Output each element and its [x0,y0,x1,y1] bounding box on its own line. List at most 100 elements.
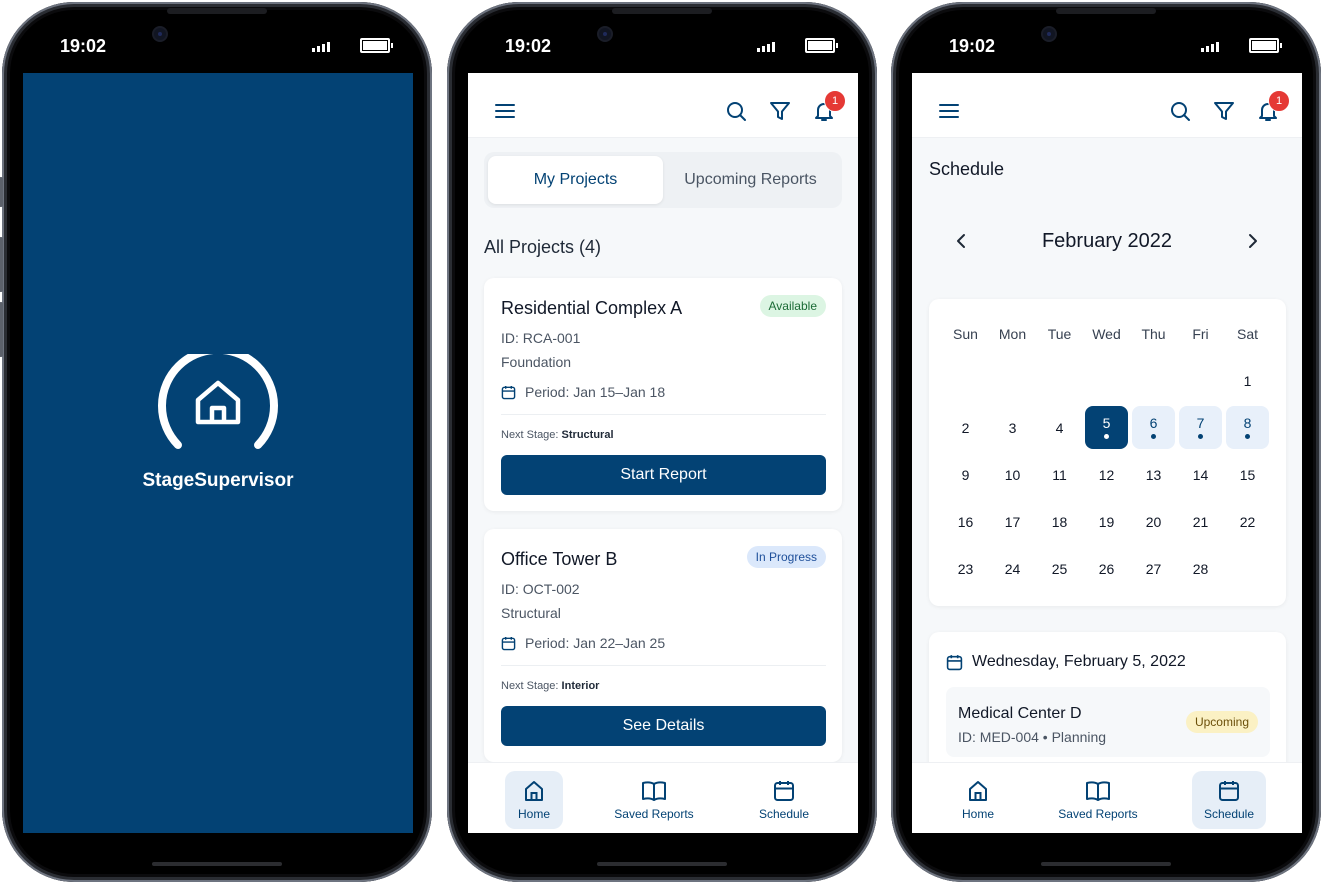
calendar-day[interactable]: 27 [1132,547,1175,590]
calendar-day[interactable]: 9 [944,453,987,496]
see-details-button[interactable]: See Details [501,706,826,746]
calendar-day[interactable]: 6 [1132,406,1175,449]
menu-icon[interactable] [494,100,516,122]
search-icon[interactable] [1169,100,1191,122]
calendar-day[interactable]: 11 [1038,453,1081,496]
search-icon[interactable] [725,100,747,122]
calendar-day[interactable]: 26 [1085,547,1128,590]
filter-icon[interactable] [769,100,791,122]
bottom-nav: Home Saved Reports Schedule [912,762,1302,833]
calendar-grid: Sun Mon Tue Wed Thu Fri Sat 1 2 3 4 5 6 7 8 9 10 11 12 13 1… [929,299,1286,606]
next-stage: Next Stage: Structural [501,429,614,441]
calendar-day[interactable]: 13 [1132,453,1175,496]
nav-saved-reports[interactable]: Saved Reports [608,771,700,829]
nav-home[interactable]: Home [505,771,563,829]
book-icon [642,781,666,801]
day-number: 21 [1192,513,1209,530]
calendar-day[interactable]: 23 [944,547,987,590]
calendar-day[interactable]: 3 [991,406,1034,449]
calendar-day[interactable]: 2 [944,406,987,449]
calendar-day[interactable]: 17 [991,500,1034,543]
month-label: February 2022 [1041,230,1173,252]
project-id: ID: RCA-001 [501,330,581,346]
menu-icon[interactable] [938,100,960,122]
day-number: 24 [1004,560,1021,577]
event-dot [1104,434,1109,439]
project-period: Period: Jan 22–Jan 25 [501,635,665,651]
calendar-day[interactable]: 4 [1038,406,1081,449]
nav-label: Saved Reports [1058,807,1138,821]
home-indicator [1041,862,1171,866]
calendar-icon [501,636,516,650]
weekday-label: Wed [1092,326,1121,342]
status-badge: Available [759,295,826,317]
signal-icon [757,40,775,52]
calendar-day[interactable]: 25 [1038,547,1081,590]
calendar-day[interactable]: 16 [944,500,987,543]
calendar-icon [774,781,794,801]
weekday-label: Sat [1236,326,1258,342]
home-icon [969,781,987,801]
calendar-day[interactable]: 24 [991,547,1034,590]
calendar-day[interactable]: 12 [1085,453,1128,496]
calendar-day[interactable]: 10 [991,453,1034,496]
bottom-nav: Home Saved Reports Schedule [468,762,858,833]
month-navigator: February 2022 [912,223,1302,259]
calendar-day[interactable]: 18 [1038,500,1081,543]
status-time: 19:02 [949,36,996,56]
project-period: Period: Jan 15–Jan 18 [501,384,665,400]
calendar-day[interactable]: 21 [1179,500,1222,543]
notification-badge: 1 [1268,90,1290,112]
day-number: 4 [1055,419,1064,436]
chevron-left-icon[interactable] [954,232,968,255]
chevron-right-icon[interactable] [1246,232,1260,255]
calendar-day[interactable]: 5 [1085,406,1128,449]
nav-saved-reports[interactable]: Saved Reports [1052,771,1144,829]
calendar-day[interactable]: 8 [1226,406,1269,449]
weekday-label: Sun [953,326,978,342]
calendar-day[interactable]: 22 [1226,500,1269,543]
weekday-label: Tue [1047,326,1072,342]
nav-label: Home [961,807,994,821]
calendar-day[interactable]: 19 [1085,500,1128,543]
filter-icon[interactable] [1213,100,1235,122]
period-text: Period: Jan 15–Jan 18 [525,384,666,400]
home-indicator [152,862,282,866]
nav-schedule[interactable]: Schedule [1192,771,1266,829]
front-camera [1043,28,1055,40]
projects-screen: 1 My Projects Upcoming Reports All Proje… [468,73,858,833]
home-indicator [597,862,727,866]
day-number: 27 [1145,560,1162,577]
status-badge: Upcoming [1185,711,1258,733]
calendar-icon [1219,781,1239,801]
phone-splash: 19:02 StageSupervisor [0,2,432,882]
status-time: 19:02 [505,36,552,56]
tab-upcoming-reports[interactable]: Upcoming Reports [663,156,838,204]
event-name: Medical Center D [958,705,1082,722]
calendar-day[interactable]: 14 [1179,453,1222,496]
day-number: 5 [1102,415,1111,431]
tab-my-projects[interactable]: My Projects [488,156,663,204]
nav-home[interactable]: Home [949,771,1007,829]
book-icon [1086,781,1110,801]
calendar-day[interactable]: 28 [1179,547,1222,590]
nav-schedule[interactable]: Schedule [752,771,816,829]
calendar-day[interactable]: 1 [1226,359,1269,402]
calendar-day[interactable]: 20 [1132,500,1175,543]
start-report-button[interactable]: Start Report [501,455,826,495]
top-bar: 1 [468,73,858,138]
nav-label: Home [517,807,550,821]
day-number: 6 [1149,415,1158,431]
day-number: 20 [1145,513,1162,530]
splash-screen: StageSupervisor [23,73,413,833]
day-number: 8 [1243,415,1252,431]
event-item[interactable]: Medical Center D ID: MED-004 • Planning … [946,687,1270,757]
calendar-day[interactable]: 7 [1179,406,1222,449]
day-number: 3 [1008,419,1017,436]
calendar-day[interactable]: 15 [1226,453,1269,496]
house-arc-icon [157,345,279,452]
day-number: 7 [1196,415,1205,431]
next-stage-label: Next Stage: [501,429,559,441]
signal-icon [1201,40,1219,52]
speaker [612,8,712,14]
